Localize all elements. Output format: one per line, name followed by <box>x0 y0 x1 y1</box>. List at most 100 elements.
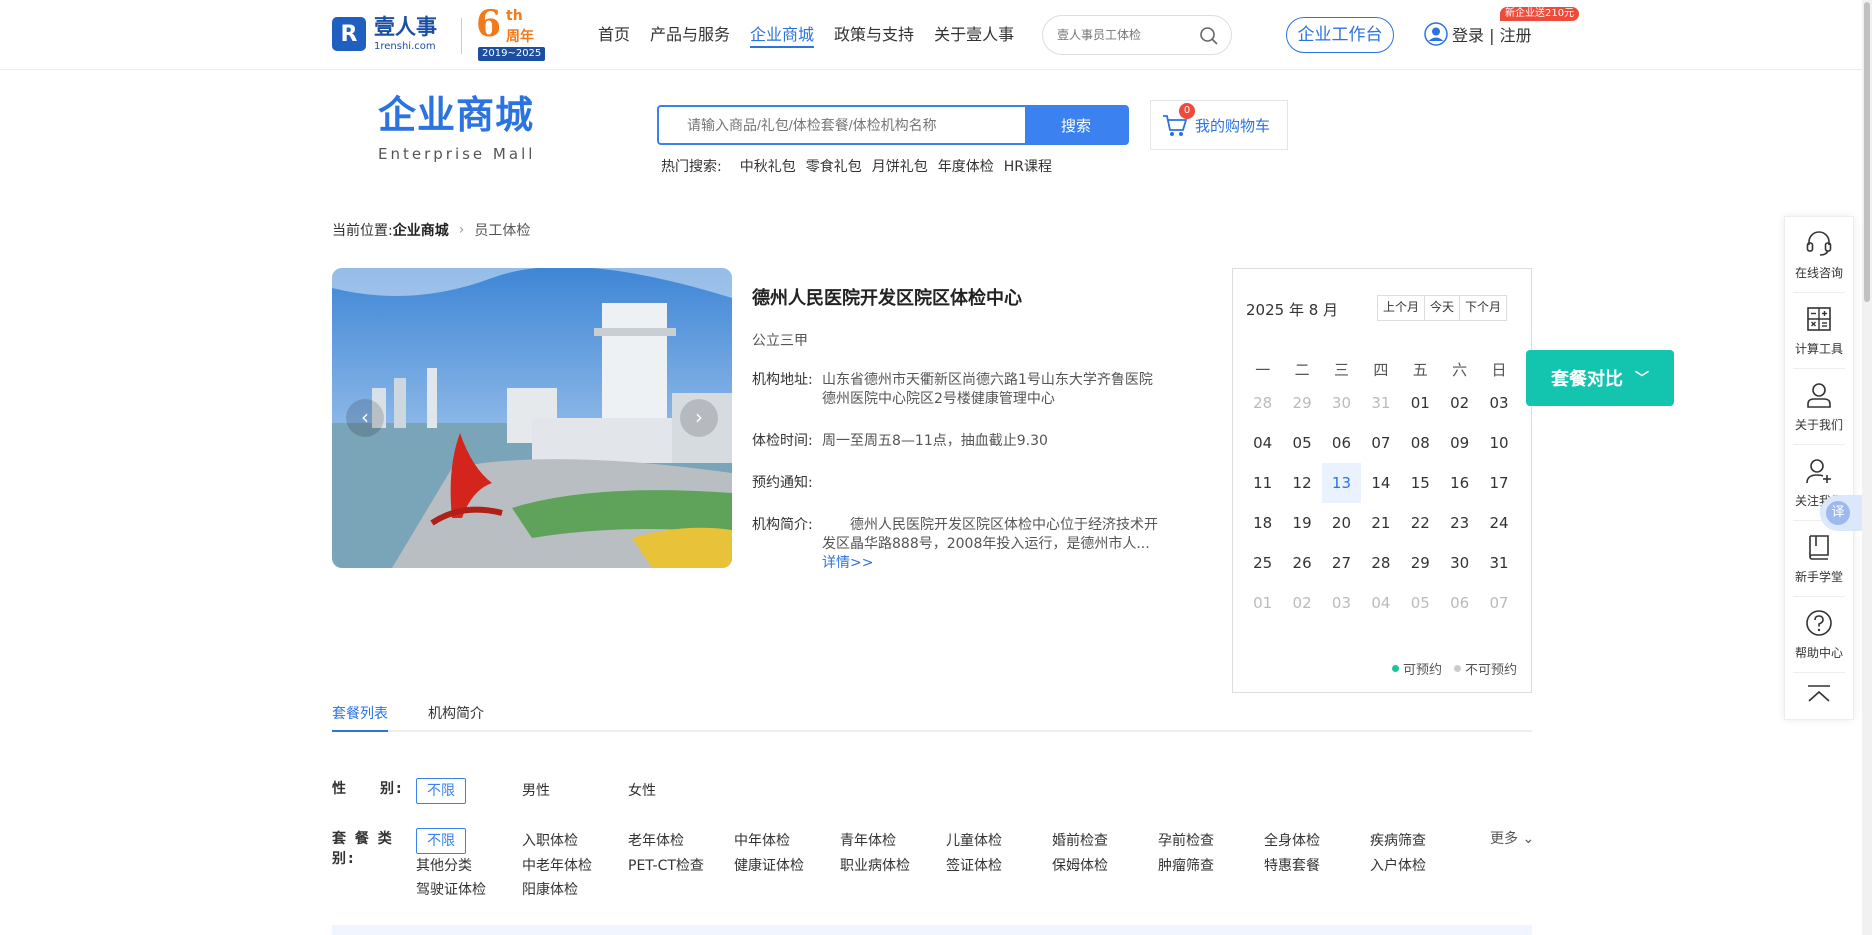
category-option[interactable]: 其他分类 <box>416 854 522 878</box>
calendar-day[interactable]: 25 <box>1243 543 1282 583</box>
hot-search-item[interactable]: 年度体检 <box>938 156 994 176</box>
category-option[interactable]: 疾病筛查 <box>1370 828 1476 854</box>
calendar-day[interactable]: 29 <box>1401 543 1440 583</box>
cart-count-badge: 0 <box>1179 103 1195 119</box>
calendar-day[interactable]: 31 <box>1479 543 1518 583</box>
side-about-us[interactable]: 关于我们 <box>1793 369 1845 445</box>
category-option[interactable]: 职业病体检 <box>840 854 946 878</box>
calendar-day[interactable]: 23 <box>1440 503 1479 543</box>
category-option[interactable]: 不限 <box>416 828 466 854</box>
category-option[interactable]: 签证体检 <box>946 854 1052 878</box>
calendar-day[interactable]: 16 <box>1440 463 1479 503</box>
category-option[interactable]: 中年体检 <box>734 828 840 854</box>
tab-package-list[interactable]: 套餐列表 <box>332 700 388 732</box>
package-compare-button[interactable]: 套餐对比 ﹀ <box>1526 350 1674 406</box>
side-beginner-school[interactable]: 新手学堂 <box>1793 521 1845 597</box>
hot-search-item[interactable]: 中秋礼包 <box>740 156 796 176</box>
calendar-day[interactable]: 06 <box>1322 423 1361 463</box>
nav-item-policy[interactable]: 政策与支持 <box>834 22 914 48</box>
calendar-day[interactable]: 28 <box>1361 543 1400 583</box>
calendar-day[interactable]: 19 <box>1282 503 1321 543</box>
nav-item-home[interactable]: 首页 <box>598 22 630 48</box>
anniversary-number: 6 <box>476 3 502 45</box>
hot-search-item[interactable]: HR课程 <box>1004 156 1052 176</box>
carousel-prev-button[interactable]: ‹ <box>346 399 384 437</box>
gender-option[interactable]: 不限 <box>416 778 466 804</box>
prev-month-button[interactable]: 上个月 <box>1378 296 1426 320</box>
calendar-day[interactable]: 22 <box>1401 503 1440 543</box>
category-option[interactable]: 儿童体检 <box>946 828 1052 854</box>
category-option[interactable]: 肿瘤筛查 <box>1158 854 1264 878</box>
calendar-day[interactable]: 12 <box>1282 463 1321 503</box>
next-month-button[interactable]: 下个月 <box>1460 296 1507 320</box>
more-categories-button[interactable]: 更多 ⌄ <box>1490 828 1534 848</box>
calendar-day[interactable]: 02 <box>1440 383 1479 423</box>
side-calc-tools[interactable]: 计算工具 <box>1793 293 1845 369</box>
translate-button[interactable]: 译 <box>1820 495 1864 531</box>
workbench-button[interactable]: 企业工作台 <box>1286 17 1394 53</box>
calendar-day[interactable]: 27 <box>1322 543 1361 583</box>
calendar-day[interactable]: 14 <box>1361 463 1400 503</box>
calendar-day[interactable]: 17 <box>1479 463 1518 503</box>
gender-option[interactable]: 男性 <box>522 778 628 804</box>
category-option[interactable]: 老年体检 <box>628 828 734 854</box>
calendar-day[interactable]: 08 <box>1401 423 1440 463</box>
calendar-day-today[interactable]: 13 <box>1321 463 1362 503</box>
category-option[interactable]: 驾驶证体检 <box>416 878 522 902</box>
calendar-day: 07 <box>1489 594 1509 612</box>
category-option[interactable]: PET-CT检查 <box>628 854 734 878</box>
calendar-day[interactable]: 09 <box>1440 423 1479 463</box>
scrollbar-thumb[interactable] <box>1864 2 1870 302</box>
calendar-day[interactable]: 24 <box>1479 503 1518 543</box>
today-button[interactable]: 今天 <box>1425 296 1461 320</box>
mall-search-button[interactable]: 搜索 <box>1025 107 1127 143</box>
category-option[interactable]: 阳康体检 <box>522 878 628 902</box>
back-to-top-button[interactable] <box>1785 673 1853 715</box>
category-option[interactable]: 入职体检 <box>522 828 628 854</box>
calendar-day[interactable]: 30 <box>1440 543 1479 583</box>
carousel-next-button[interactable]: › <box>680 399 718 437</box>
calendar-day[interactable]: 10 <box>1479 423 1518 463</box>
search-icon[interactable] <box>1199 26 1219 46</box>
category-option[interactable]: 中老年体检 <box>522 854 628 878</box>
cart-button[interactable]: 0 我的购物车 <box>1150 100 1288 150</box>
calendar-day[interactable]: 03 <box>1479 383 1518 423</box>
calendar-day[interactable]: 20 <box>1322 503 1361 543</box>
tab-institution-intro[interactable]: 机构简介 <box>428 700 484 732</box>
category-option[interactable]: 孕前检查 <box>1158 828 1264 854</box>
side-help-center[interactable]: 帮助中心 <box>1793 597 1845 673</box>
mall-subtitle: Enterprise Mall <box>378 145 536 163</box>
nav-item-mall[interactable]: 企业商城 <box>750 22 815 48</box>
calendar-day[interactable]: 01 <box>1401 383 1440 423</box>
calendar-day[interactable]: 04 <box>1243 423 1282 463</box>
category-option[interactable]: 青年体检 <box>840 828 946 854</box>
nav-item-about[interactable]: 关于壹人事 <box>934 22 1014 48</box>
category-option[interactable]: 健康证体检 <box>734 854 840 878</box>
calendar-day[interactable]: 11 <box>1243 463 1282 503</box>
calendar-day[interactable]: 18 <box>1243 503 1282 543</box>
hot-search-item[interactable]: 月饼礼包 <box>872 156 928 176</box>
breadcrumb-mall-link[interactable]: 企业商城 <box>393 220 449 240</box>
category-option[interactable]: 保姆体检 <box>1052 854 1158 878</box>
calendar-weekday: 四 <box>1373 361 1389 379</box>
calendar-weekday: 日 <box>1491 361 1507 379</box>
gender-option[interactable]: 女性 <box>628 778 734 804</box>
top-search-input[interactable] <box>1057 25 1197 45</box>
intro-more-link[interactable]: 详情>> <box>822 555 873 571</box>
site-logo[interactable]: R 壹人事 1renshi.com <box>332 14 452 54</box>
category-option[interactable]: 婚前检查 <box>1052 828 1158 854</box>
nav-item-products[interactable]: 产品与服务 <box>650 22 730 48</box>
calendar-day[interactable]: 15 <box>1401 463 1440 503</box>
calendar-day[interactable]: 26 <box>1282 543 1321 583</box>
category-option[interactable]: 全身体检 <box>1264 828 1370 854</box>
calendar-day[interactable]: 07 <box>1361 423 1400 463</box>
category-option[interactable]: 入户体检 <box>1370 854 1476 878</box>
category-option[interactable]: 特惠套餐 <box>1264 854 1370 878</box>
hot-search-item[interactable]: 零食礼包 <box>806 156 862 176</box>
mall-search-input[interactable] <box>659 107 1025 143</box>
page-scrollbar[interactable] <box>1862 0 1872 935</box>
calendar-day[interactable]: 21 <box>1361 503 1400 543</box>
login-register-link[interactable]: 登录 | 注册 <box>1452 22 1532 46</box>
side-online-consult[interactable]: 在线咨询 <box>1793 217 1845 293</box>
calendar-day[interactable]: 05 <box>1282 423 1321 463</box>
